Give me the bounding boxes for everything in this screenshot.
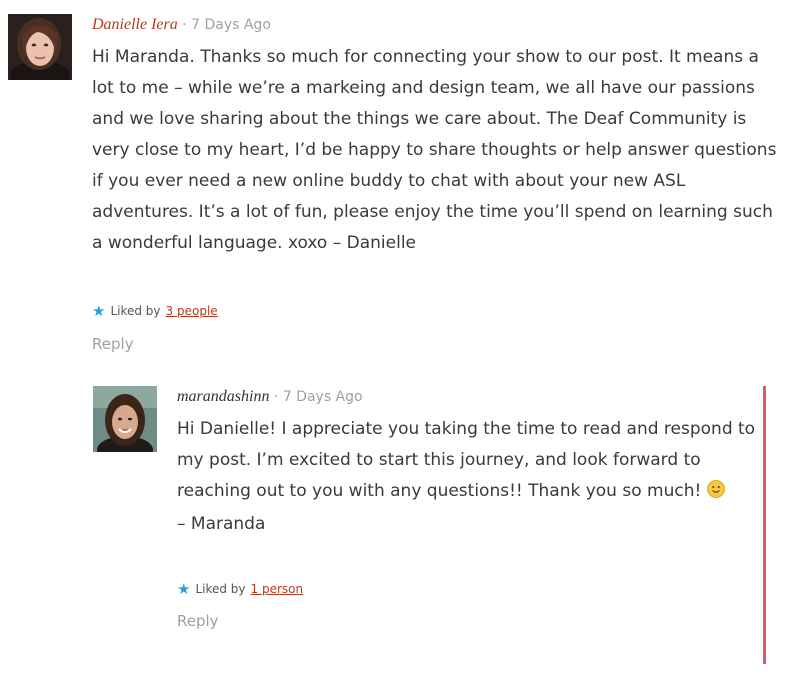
comment-paragraph: Hi Maranda. Thanks so much for connectin… [92,47,777,253]
comment-signature: – Maranda [177,514,266,534]
star-icon: ★ [92,302,106,320]
liked-by-link[interactable]: 1 person [251,582,304,596]
comment-text: Hi Maranda. Thanks so much for connectin… [92,42,778,259]
meta-separator: · [273,389,279,405]
avatar-marandashinn[interactable] [93,386,157,452]
liked-by-label: Liked by [110,304,161,318]
meta-separator: · [182,17,187,33]
reply-button[interactable]: Reply [177,612,219,630]
comment-timestamp[interactable]: 7 Days Ago [283,389,363,405]
comment-timestamp[interactable]: 7 Days Ago [191,17,271,33]
smiley-emoji-icon [706,478,725,509]
liked-by-link[interactable]: 3 people [166,304,218,318]
comment-text-main: Hi Danielle! I appreciate you taking the… [177,419,756,501]
comment-author[interactable]: marandashinn [177,388,269,405]
liked-by-label: Liked by [195,582,246,596]
star-icon: ★ [177,580,191,598]
avatar-danielle[interactable] [8,14,72,80]
reply-button[interactable]: Reply [92,335,134,353]
likes-row: ★ Liked by 1 person [177,580,304,598]
comment-author[interactable]: Danielle Iera [92,16,178,33]
comment-text: Hi Danielle! I appreciate you taking the… [177,414,767,540]
likes-row: ★ Liked by 3 people [92,302,218,320]
comment-paragraph: Hi Danielle! I appreciate you taking the… [177,414,767,509]
